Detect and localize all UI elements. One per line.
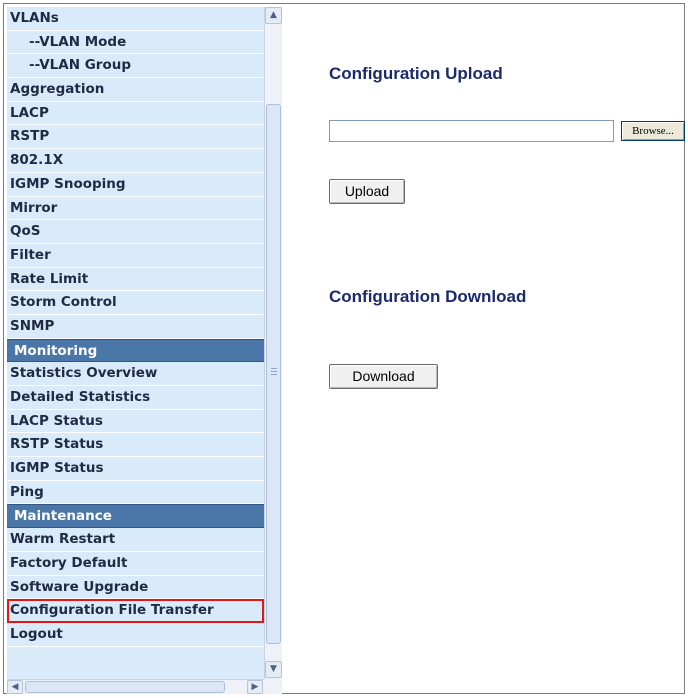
sidebar-item-igmp-snooping[interactable]: IGMP Snooping	[7, 173, 264, 197]
sidebar-item-ping[interactable]: Ping	[7, 481, 264, 505]
sidebar-item-storm-control[interactable]: Storm Control	[7, 291, 264, 315]
sidebar-horizontal-scrollbar[interactable]: ◀ ▶	[7, 679, 264, 694]
sidebar-item-lacp[interactable]: LACP	[7, 102, 264, 126]
sidebar-item-factory-default[interactable]: Factory Default	[7, 552, 264, 576]
scrollbar-corner	[264, 679, 282, 694]
sidebar-item-software-upgrade[interactable]: Software Upgrade	[7, 576, 264, 600]
sidebar-item-vlans[interactable]: VLANs	[7, 7, 264, 31]
sidebar-item-filter[interactable]: Filter	[7, 244, 264, 268]
sidebar-item-statistics-overview[interactable]: Statistics Overview	[7, 362, 264, 386]
sidebar-item-rstp[interactable]: RSTP	[7, 125, 264, 150]
sidebar-item-rstp-status[interactable]: RSTP Status	[7, 433, 264, 458]
chevron-down-icon[interactable]: ▼	[265, 661, 282, 678]
sidebar-section-maintenance: Maintenance	[7, 504, 264, 529]
sidebar-vertical-scrollbar[interactable]: ▲ ▼	[264, 7, 282, 679]
horizontal-scroll-thumb[interactable]	[25, 681, 225, 693]
chevron-left-icon[interactable]: ◀	[7, 680, 23, 694]
sidebar-item-qos[interactable]: QoS	[7, 220, 264, 244]
sidebar-item-configuration-file-transfer[interactable]: Configuration File Transfer	[7, 599, 264, 623]
upload-heading: Configuration Upload	[329, 64, 503, 83]
sidebar-item-detailed-statistics[interactable]: Detailed Statistics	[7, 386, 264, 410]
sidebar-item-vlan-group[interactable]: --VLAN Group	[7, 54, 264, 79]
sidebar-item-mirror[interactable]: Mirror	[7, 197, 264, 221]
chevron-up-icon[interactable]: ▲	[265, 7, 282, 24]
browse-button[interactable]: Browse...	[621, 121, 685, 141]
sidebar-item-warm-restart[interactable]: Warm Restart	[7, 528, 264, 552]
sidebar-item-logout[interactable]: Logout	[7, 623, 264, 647]
sidebar-item-vlan-mode[interactable]: --VLAN Mode	[7, 31, 264, 55]
sidebar-item-rate-limit[interactable]: Rate Limit	[7, 268, 264, 292]
sidebar-item-aggregation[interactable]: Aggregation	[7, 78, 264, 102]
sidebar-section-monitoring: Monitoring	[7, 338, 264, 363]
sidebar-item-igmp-status[interactable]: IGMP Status	[7, 457, 264, 481]
sidebar-menu: VLANs --VLAN Mode --VLAN Group Aggregation L…	[7, 7, 264, 679]
upload-button[interactable]: Upload	[329, 179, 405, 204]
sidebar-item-802-1x[interactable]: 802.1X	[7, 149, 264, 173]
download-button[interactable]: Download	[329, 364, 438, 389]
chevron-right-icon[interactable]: ▶	[247, 680, 263, 694]
sidebar-item-lacp-status[interactable]: LACP Status	[7, 410, 264, 434]
download-heading: Configuration Download	[329, 287, 527, 306]
sidebar-item-snmp[interactable]: SNMP	[7, 315, 264, 339]
vertical-scroll-thumb[interactable]	[266, 104, 281, 644]
file-path-input[interactable]	[329, 120, 614, 142]
